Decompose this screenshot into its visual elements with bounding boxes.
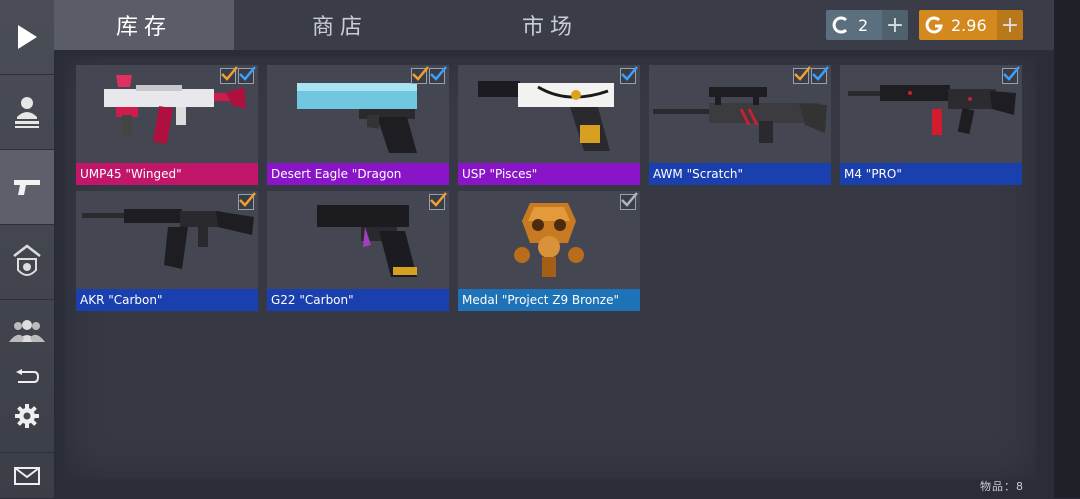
g22-image [267,191,449,287]
blue-check-icon [811,66,829,84]
inventory-item[interactable]: Desert Eagle "Dragon [267,65,449,185]
add-gold-button[interactable]: + [997,10,1023,40]
item-label: USP "Pisces" [458,163,640,185]
item-label: AWM "Scratch" [649,163,831,185]
gold-balance: 2.96 + [919,10,1023,40]
tab-inventory[interactable]: 库存 [54,0,234,50]
item-flags [238,192,256,210]
item-flags [220,66,256,84]
play-icon [18,25,37,49]
play-button[interactable] [0,0,54,75]
item-flags [620,192,638,210]
blue-check-icon [620,66,638,84]
akr-image [76,191,258,287]
item-flags [429,192,447,210]
mail-icon [14,467,40,485]
inventory-panel: UMP45 "Winged" Desert Eagle "Dragon USP … [64,56,1037,480]
item-label: Medal "Project Z9 Bronze" [458,289,640,311]
pistol-icon [14,180,40,195]
clan-shield-icon [13,244,41,276]
credits-c-icon [826,10,856,40]
settings-gear-icon [15,404,39,428]
blue-check-icon [238,66,256,84]
friends-icon [9,320,45,342]
top-tab-bar: 库存 商店 市场 2 + 2.96 + [54,0,1054,50]
item-label: M4 "PRO" [840,163,1022,185]
inventory-weapons-button[interactable] [0,150,54,225]
right-edge-bar [1054,0,1080,498]
inventory-item[interactable]: Medal "Project Z9 Bronze" [458,191,640,311]
inventory-item[interactable]: AKR "Carbon" [76,191,258,311]
orange-check-icon [429,192,447,210]
back-button[interactable] [0,362,54,394]
medal-image [458,191,640,287]
blue-check-icon [429,66,447,84]
item-label: AKR "Carbon" [76,289,258,311]
item-flags [793,66,829,84]
item-label: UMP45 "Winged" [76,163,258,185]
orange-check-icon [220,66,238,84]
blue-check-icon [1002,66,1020,84]
inventory-item[interactable]: AWM "Scratch" [649,65,831,185]
mail-button[interactable] [0,452,54,499]
credits-value: 2 [858,15,869,35]
usp-image [458,65,640,161]
gray-check-icon [620,192,638,210]
orange-check-icon [793,66,811,84]
clan-button[interactable] [0,225,54,300]
friends-button[interactable] [0,300,54,360]
item-flags [1002,66,1020,84]
character-button[interactable] [0,75,54,150]
item-label: G22 "Carbon" [267,289,449,311]
item-count: 物品：8 [980,480,1024,493]
gold-value: 2.96 [951,15,987,35]
m4-image [840,65,1022,161]
credits-balance: 2 + [826,10,908,40]
tab-shop[interactable]: 商店 [250,0,430,50]
inventory-item[interactable]: M4 "PRO" [840,65,1022,185]
item-flags [411,66,447,84]
item-flags [620,66,638,84]
orange-check-icon [238,192,256,210]
character-icon [15,97,39,128]
back-icon [16,369,40,383]
inventory-item[interactable]: USP "Pisces" [458,65,640,185]
inventory-item[interactable]: UMP45 "Winged" [76,65,258,185]
item-label: Desert Eagle "Dragon [267,163,449,185]
left-sidebar [0,0,55,498]
gold-g-icon [919,10,949,40]
orange-check-icon [411,66,429,84]
add-credits-button[interactable]: + [882,10,908,40]
inventory-item[interactable]: G22 "Carbon" [267,191,449,311]
settings-button[interactable] [0,396,54,436]
tab-market[interactable]: 市场 [460,0,640,50]
